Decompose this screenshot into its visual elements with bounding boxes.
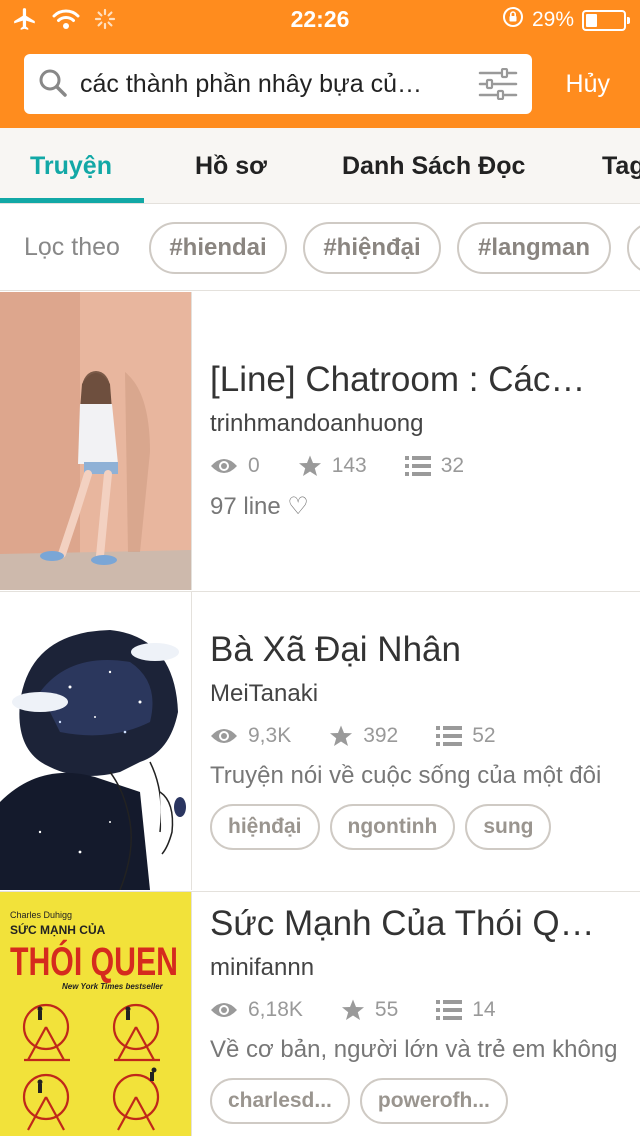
filter-row: Lọc theo #hiendai #hiệnđại #langman: [0, 205, 640, 291]
cover-subtitle: New York Times bestseller: [62, 982, 164, 991]
filter-label: Lọc theo: [24, 233, 120, 261]
list-icon: [436, 726, 463, 746]
view-count: 9,3K: [248, 724, 292, 747]
eye-icon: [211, 1003, 237, 1017]
cover-author-text: Charles Duhigg: [10, 910, 72, 920]
story-title[interactable]: [Line] Chatroom : Các…: [210, 360, 610, 400]
vote-count: 55: [374, 998, 399, 1021]
status-bar: 22:26 29%: [0, 0, 640, 40]
cover-title-line1: SỨC MẠNH CỦA: [10, 922, 106, 937]
story-tag[interactable]: sung: [465, 804, 552, 850]
eye-icon: [211, 459, 237, 473]
story-stats: 0 143 32: [210, 454, 640, 478]
cancel-button[interactable]: Hủy: [566, 70, 610, 99]
tab-reading-lists[interactable]: Danh Sách Đọc: [342, 128, 525, 203]
star-icon: [298, 455, 321, 476]
list-icon: [436, 1000, 463, 1020]
tab-tags[interactable]: Tag: [602, 128, 640, 203]
story-tag[interactable]: charlesd...: [210, 1078, 350, 1124]
story-description: 97 line ♡: [210, 493, 309, 520]
story-description: Truyện nói về cuộc sống của một đôi: [210, 762, 602, 789]
vote-count: 143: [331, 454, 367, 477]
story-title[interactable]: Bà Xã Đại Nhân: [210, 630, 610, 670]
active-tab-indicator: [0, 198, 144, 203]
view-count: 0: [248, 454, 260, 477]
filter-chip-partial[interactable]: [627, 222, 640, 274]
story-title[interactable]: Sức Mạnh Của Thói Qu…: [210, 904, 610, 944]
tab-profiles[interactable]: Hồ sơ: [195, 128, 267, 203]
filter-settings-icon[interactable]: [478, 67, 518, 105]
story-stats: 9,3K 392 52: [210, 724, 640, 748]
story-cover-image[interactable]: [0, 292, 192, 590]
search-icon: [38, 68, 68, 103]
filter-chip[interactable]: #hiendai: [149, 222, 287, 274]
star-icon: [330, 725, 353, 746]
rotation-lock-icon: [502, 6, 524, 34]
search-input[interactable]: [80, 64, 460, 104]
story-tag[interactable]: ngontinh: [329, 804, 456, 850]
part-count: 52: [472, 724, 496, 747]
cover-title-line2: THÓI QUEN: [10, 938, 178, 984]
story-author[interactable]: minifannn: [210, 954, 640, 982]
tab-bar: Truyện Hồ sơ Danh Sách Đọc Tag: [0, 128, 640, 204]
story-card[interactable]: [Line] Chatroom : Các… trinhmandoanhuong…: [0, 292, 640, 592]
story-card[interactable]: Bà Xã Đại Nhân MeiTanaki 9,3K 392 52 Tru…: [0, 592, 640, 892]
part-count: 32: [440, 454, 465, 477]
filter-chip[interactable]: #hiệnđại: [303, 222, 441, 274]
story-author[interactable]: MeiTanaki: [210, 680, 640, 708]
search-header: Hủy: [0, 40, 640, 128]
view-count: 6,18K: [248, 998, 303, 1021]
story-tags: charlesd... powerofh...: [210, 1078, 640, 1124]
story-stats: 6,18K 55 14: [210, 998, 640, 1022]
list-icon: [404, 456, 431, 476]
story-cover-image[interactable]: [0, 592, 192, 890]
story-tag[interactable]: powerofh...: [359, 1078, 508, 1124]
search-box[interactable]: [24, 54, 532, 114]
tab-stories[interactable]: Truyện: [30, 128, 112, 203]
battery-percent: 29%: [531, 8, 574, 31]
part-count: 14: [472, 998, 496, 1021]
filter-chip[interactable]: #langman: [457, 222, 611, 274]
star-icon: [341, 999, 364, 1020]
story-cover-image[interactable]: Charles Duhigg SỨC MẠNH CỦA THÓI QUEN Ne…: [0, 892, 192, 1136]
eye-icon: [211, 729, 237, 743]
battery-icon: [582, 9, 630, 31]
story-tag[interactable]: hiệnđại: [210, 804, 320, 850]
vote-count: 392: [363, 724, 399, 747]
story-author[interactable]: trinhmandoanhuong: [210, 410, 640, 438]
story-description: Về cơ bản, người lớn và trẻ em không: [210, 1036, 618, 1063]
story-tags: hiệnđại ngontinh sung: [210, 804, 640, 850]
story-card[interactable]: Charles Duhigg SỨC MẠNH CỦA THÓI QUEN Ne…: [0, 892, 640, 1136]
